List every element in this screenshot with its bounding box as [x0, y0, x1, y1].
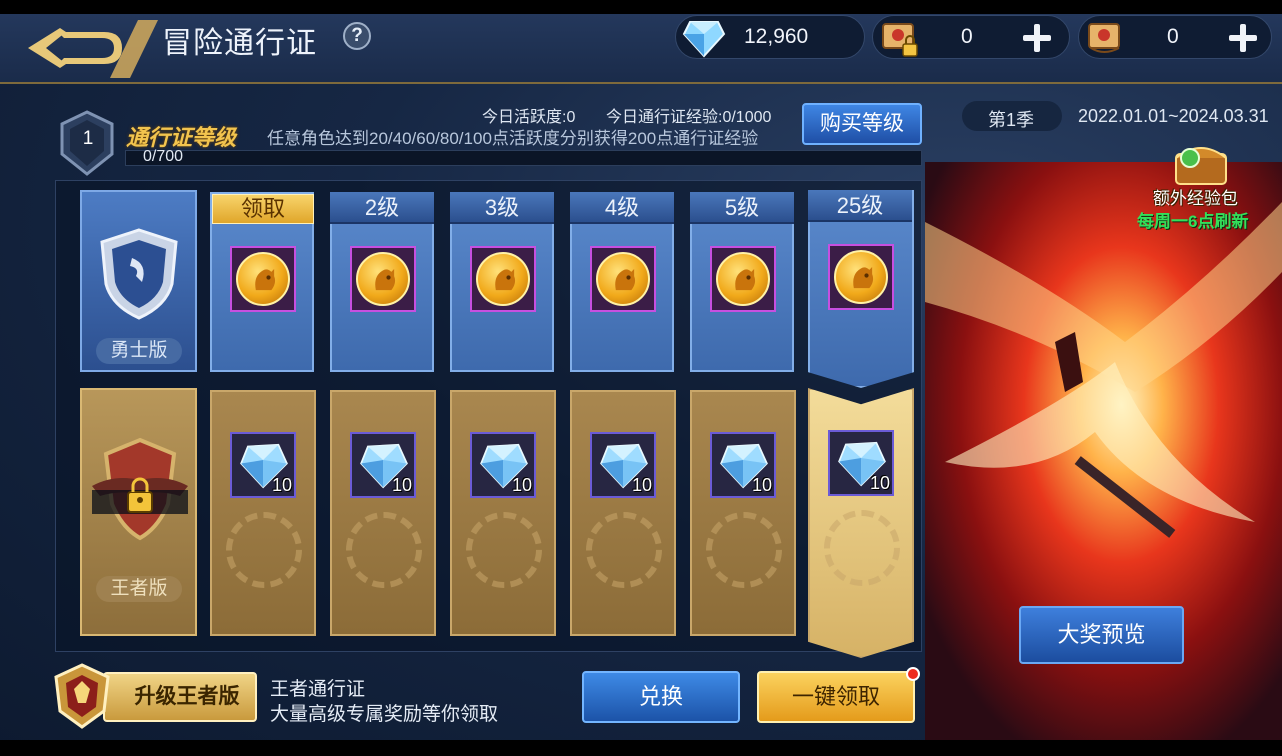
coin-icon [716, 252, 770, 306]
paid-reward-cell[interactable]: 10 [690, 390, 796, 636]
level-progress-bar [125, 150, 922, 166]
coin-icon [476, 252, 530, 306]
claim-reward-button[interactable]: 领取 [212, 194, 314, 224]
reward-count: 10 [271, 475, 292, 495]
gold-coin-reward-icon[interactable] [710, 246, 776, 312]
exp-chest-icon[interactable] [1170, 138, 1232, 188]
reward-count: 10 [869, 473, 890, 493]
reward-level-label: 4级 [570, 192, 674, 224]
diamond-reward-icon[interactable]: 10 [230, 432, 296, 498]
diamond-reward-icon[interactable]: 10 [828, 430, 894, 496]
today-exp-stat: 今日通行证经验:0/1000 [606, 109, 772, 126]
letterbox-top [0, 0, 1282, 14]
paid-reward-cell[interactable]: 10 [450, 390, 556, 636]
reward-level-label: 2级 [330, 192, 434, 224]
decorative-ring [466, 512, 542, 588]
season-label: 第1季 [988, 110, 1035, 130]
gold-coin-reward-icon[interactable] [230, 246, 296, 312]
king-pass-title: 王者通行证 [270, 679, 366, 700]
free-reward-cell[interactable]: 2级 [330, 192, 434, 372]
exp-pack-refresh-note: 每周一6点刷新 [1137, 212, 1249, 231]
decorative-ring [346, 512, 422, 588]
locked-scroll-icon [882, 23, 918, 57]
scroll-icon [1088, 23, 1120, 53]
page-title: 冒险通行证 [162, 27, 317, 60]
letterbox-bottom [0, 740, 1282, 756]
paid-reward-cell[interactable]: 10 [808, 388, 914, 658]
decorative-ring [586, 512, 662, 588]
decorative-ring [226, 512, 302, 588]
ticket-count: 0 [1167, 25, 1179, 48]
paid-reward-cell[interactable]: 10 [570, 390, 676, 636]
reward-count: 10 [631, 475, 652, 495]
ticket-currency: 0 [1078, 15, 1272, 59]
king-tier-label: 王者版 [96, 576, 182, 602]
today-active-stat: 今日活跃度:0 [482, 109, 576, 126]
diamond-reward-icon[interactable]: 10 [470, 432, 536, 498]
pass-level-number: 1 [82, 128, 94, 149]
upgrade-king-button[interactable]: 升级王者版 [103, 672, 257, 722]
free-reward-cell[interactable]: 25级 [808, 190, 914, 388]
decorative-ring [824, 510, 900, 586]
reward-count: 10 [751, 475, 772, 495]
gold-coin-reward-icon[interactable] [590, 246, 656, 312]
reward-level-label: 25级 [808, 190, 912, 222]
exchange-button[interactable]: 兑换 [582, 671, 740, 723]
help-button[interactable]: ? [343, 22, 371, 50]
reward-count: 10 [511, 475, 532, 495]
free-reward-cell[interactable]: 4级 [570, 192, 674, 372]
locked-crest-icon [92, 437, 188, 541]
gold-coin-reward-icon[interactable] [350, 246, 416, 312]
diamond-reward-icon[interactable]: 10 [710, 432, 776, 498]
coin-icon [596, 252, 650, 306]
diamond-reward-icon[interactable]: 10 [350, 432, 416, 498]
free-reward-cell[interactable]: 领取 [210, 192, 314, 372]
king-pass-description: 大量高级专属奖励等你领取 [270, 704, 499, 725]
free-reward-cell[interactable]: 5级 [690, 192, 794, 372]
warrior-tier-label: 勇士版 [96, 338, 182, 364]
pass-screen: 冒险通行证 ? 12,960 0 0 1 通行证等级 任意角色达到20/40/6… [0, 0, 1282, 756]
diamond-count: 12,960 [744, 25, 809, 48]
crown-badge-icon[interactable] [52, 663, 112, 729]
exp-pack-title: 额外经验包 [1153, 189, 1238, 208]
buy-level-button[interactable]: 购买等级 [802, 103, 922, 145]
diamond-currency: 12,960 [675, 15, 865, 59]
gold-coin-reward-icon[interactable] [470, 246, 536, 312]
coin-icon [834, 250, 888, 304]
paid-reward-cell[interactable]: 10 [330, 390, 436, 636]
locked-ticket-currency: 0 [872, 15, 1070, 59]
reward-count: 10 [391, 475, 412, 495]
add-locked-ticket-button[interactable] [1019, 20, 1055, 56]
level-progress-text: 0/700 [143, 148, 184, 165]
shield-icon [100, 228, 178, 320]
season-dates: 2022.01.01~2024.03.31 [1078, 106, 1269, 126]
diamond-reward-icon[interactable]: 10 [590, 432, 656, 498]
grand-prize-preview-button[interactable]: 大奖预览 [1019, 606, 1184, 664]
paid-reward-cell[interactable]: 10 [210, 390, 316, 636]
decorative-ring [706, 512, 782, 588]
free-reward-cell[interactable]: 3级 [450, 192, 554, 372]
warrior-tier-header: 勇士版 [80, 190, 197, 372]
claim-all-button[interactable]: 一键领取 [757, 671, 915, 723]
diamond-icon [682, 21, 726, 58]
reward-level-label: 3级 [450, 192, 554, 224]
coin-icon [236, 252, 290, 306]
king-tier-header: 王者版 [80, 388, 197, 636]
add-ticket-button[interactable] [1225, 20, 1261, 56]
notification-dot [906, 667, 920, 681]
pass-exp-description: 任意角色达到20/40/60/80/100点活跃度分别获得200点通行证经验 [267, 129, 759, 148]
coin-icon [356, 252, 410, 306]
reward-level-label: 5级 [690, 192, 794, 224]
back-arrow-icon[interactable] [18, 18, 158, 78]
gold-coin-reward-icon[interactable] [828, 244, 894, 310]
locked-ticket-count: 0 [961, 25, 973, 48]
